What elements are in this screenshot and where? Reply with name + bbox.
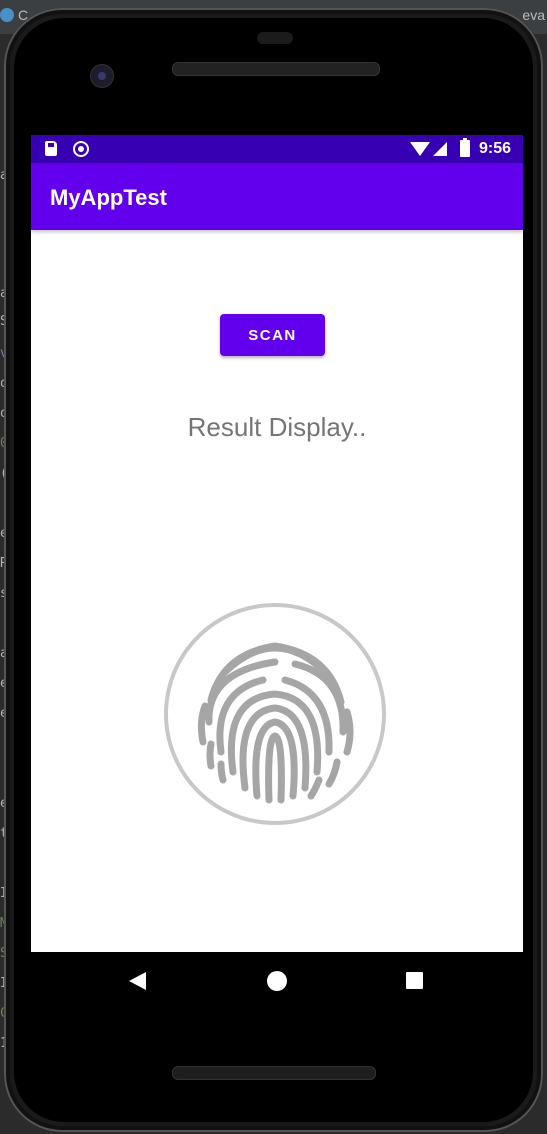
status-time: 9:56 bbox=[479, 140, 512, 157]
top-speaker bbox=[172, 62, 380, 76]
recents-icon[interactable] bbox=[406, 972, 423, 989]
bottom-speaker bbox=[172, 1066, 376, 1080]
back-icon[interactable] bbox=[129, 972, 146, 990]
status-bar: 9:56 bbox=[31, 135, 523, 163]
battery-icon bbox=[460, 138, 470, 157]
fingerprint-icon[interactable] bbox=[163, 602, 387, 826]
app-title: MyAppTest bbox=[50, 185, 167, 210]
device-screen: 9:56 MyAppTest SCAN Result Display.. bbox=[31, 135, 523, 952]
signal-icon bbox=[433, 142, 447, 156]
sync-circle-icon bbox=[73, 141, 89, 157]
wifi-icon bbox=[410, 142, 430, 156]
navigation-bar bbox=[31, 952, 523, 1010]
earpiece bbox=[257, 32, 293, 44]
scan-button[interactable]: SCAN bbox=[220, 314, 325, 356]
result-display-text: Result Display.. bbox=[187, 412, 367, 442]
ide-tab-icon bbox=[0, 8, 14, 22]
home-icon[interactable] bbox=[267, 971, 287, 991]
ide-tab-label-right[interactable]: eva bbox=[522, 7, 545, 23]
app-bar: MyAppTest bbox=[31, 163, 523, 230]
sd-card-icon bbox=[45, 141, 57, 156]
front-camera-icon bbox=[90, 64, 114, 88]
